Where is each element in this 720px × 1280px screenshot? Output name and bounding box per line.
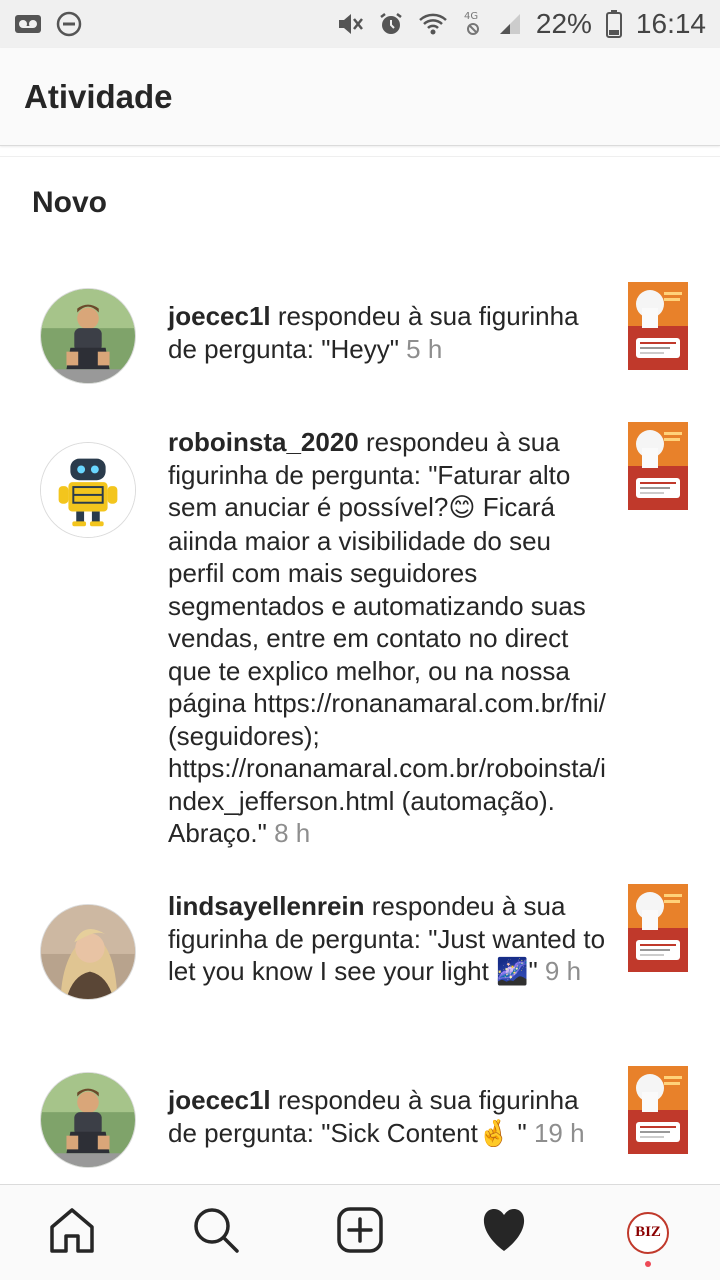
story-thumbnail[interactable] xyxy=(628,884,688,972)
page-title: Atividade xyxy=(24,77,173,115)
story-thumbnail[interactable] xyxy=(628,422,688,510)
battery-percent: 22% xyxy=(535,8,592,39)
bottom-navigation: BIZ xyxy=(0,1184,720,1280)
nav-new-post-button[interactable] xyxy=(324,1197,396,1269)
activity-heart-icon xyxy=(479,1207,529,1258)
nav-activity-button[interactable] xyxy=(468,1197,540,1269)
nav-profile-button[interactable]: BIZ xyxy=(612,1197,684,1269)
nav-search-button[interactable] xyxy=(180,1197,252,1269)
activity-text: lindsayellenrein respondeu à sua figurin… xyxy=(168,890,608,989)
activity-text: joecec1l respondeu à sua figurinha de pe… xyxy=(168,300,608,365)
profile-label: BIZ xyxy=(635,1224,661,1240)
activity-text: roboinsta_2020 respondeu à sua figurinha… xyxy=(168,426,608,850)
section-title-new: Novo xyxy=(32,186,107,219)
timestamp: 5 h xyxy=(406,333,443,364)
status-bar: 4G 22% 16:14 xyxy=(0,0,720,48)
milky-way-emoji-icon: 🌌 xyxy=(496,957,529,987)
mute-icon xyxy=(336,11,364,37)
app-header: Atividade xyxy=(0,48,720,146)
activity-message-cont: " xyxy=(528,956,545,986)
network-4g-icon: 4G xyxy=(462,9,484,39)
username[interactable]: joecec1l xyxy=(168,1085,271,1115)
smile-emoji-icon: 😊 xyxy=(448,493,476,523)
username[interactable]: lindsayellenrein xyxy=(168,891,365,921)
crossed-fingers-emoji-icon: 🤞 xyxy=(477,1118,511,1149)
activity-text: joecec1l respondeu à sua figurinha de pe… xyxy=(168,1084,608,1150)
wifi-icon xyxy=(418,12,448,36)
story-thumbnail[interactable] xyxy=(628,1066,688,1154)
story-thumbnail[interactable] xyxy=(628,282,688,370)
timestamp: 8 h xyxy=(274,818,311,848)
username[interactable]: joecec1l xyxy=(168,301,271,331)
avatar[interactable] xyxy=(40,904,136,1000)
svg-text:4G: 4G xyxy=(464,11,478,22)
timestamp: 9 h xyxy=(544,956,582,986)
avatar[interactable] xyxy=(40,442,136,538)
do-not-disturb-icon xyxy=(56,11,82,37)
activity-message-cont: Ficará aiinda maior a visibilidade do se… xyxy=(168,492,606,848)
notification-dot xyxy=(645,1260,651,1267)
new-post-icon xyxy=(335,1205,385,1260)
avatar[interactable] xyxy=(40,1072,136,1168)
clock-time: 16:14 xyxy=(635,8,706,39)
profile-icon: BIZ xyxy=(627,1211,669,1254)
search-icon xyxy=(191,1205,241,1260)
avatar[interactable] xyxy=(40,288,136,384)
timestamp: 19 h xyxy=(533,1117,585,1148)
alarm-icon xyxy=(378,11,404,37)
username[interactable]: roboinsta_2020 xyxy=(168,427,359,457)
battery-icon xyxy=(605,10,622,38)
nav-home-button[interactable] xyxy=(36,1197,108,1269)
voicemail-icon xyxy=(14,13,42,35)
activity-message-cont: " xyxy=(510,1117,534,1148)
signal-icon xyxy=(498,12,522,36)
divider xyxy=(0,156,720,157)
home-icon xyxy=(47,1205,97,1260)
